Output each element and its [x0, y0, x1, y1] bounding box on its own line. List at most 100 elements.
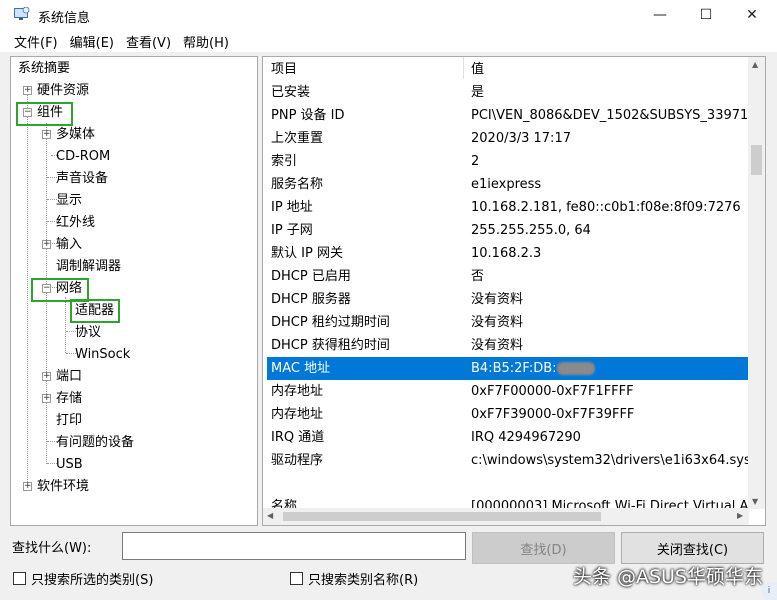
tree-item-storage[interactable]: 存储 — [56, 389, 82, 409]
close-find-button[interactable]: 关闭查找(C) — [621, 532, 764, 564]
horizontal-scrollbar[interactable]: ◀ ▶ — [263, 508, 749, 525]
tree-item-modem[interactable]: 调制解调器 — [56, 257, 121, 277]
find-label: 查找什么(W): — [12, 541, 92, 556]
expand-plus-icon[interactable]: + — [42, 372, 51, 381]
table-row[interactable]: 名称 [00000003] Microsoft Wi-Fi Direct Virt… — [267, 495, 749, 509]
tree-item-display[interactable]: 显示 — [56, 191, 82, 211]
tree-item-summary[interactable]: 系统摘要 — [18, 59, 70, 79]
scroll-down-arrow-icon[interactable]: ▼ — [752, 497, 758, 506]
expand-plus-icon[interactable]: + — [42, 240, 51, 249]
highlight-box — [70, 299, 120, 323]
minimize-button[interactable]: — — [637, 0, 683, 30]
tree-item-hardware[interactable]: 硬件资源 — [37, 81, 89, 101]
checkbox-label: 只搜索类别名称(R) — [308, 573, 419, 588]
row-value: IRQ 4294967290 — [471, 430, 581, 445]
row-key: 内存地址 — [271, 407, 324, 422]
horizontal-scroll-thumb[interactable] — [283, 512, 601, 521]
tree-item-protocol[interactable]: 协议 — [75, 323, 101, 343]
row-key: 默认 IP 网关 — [271, 246, 343, 261]
table-row-selected[interactable]: MAC 地址 B4:B5:2F:DB: — [267, 357, 749, 380]
expand-plus-icon[interactable]: + — [23, 482, 32, 491]
table-row[interactable]: DHCP 获得租约时间 没有资料 — [267, 334, 749, 357]
row-value: 255.255.255.0, 64 — [471, 223, 591, 238]
checkbox[interactable] — [290, 572, 303, 585]
table-row[interactable]: 服务名称 e1iexpress — [267, 173, 749, 196]
table-row[interactable]: IP 子网 255.255.255.0, 64 — [267, 219, 749, 242]
row-value: c:\windows\system32\drivers\e1i63x64.sys… — [471, 453, 749, 468]
scroll-left-arrow-icon[interactable]: ◀ — [267, 511, 273, 520]
table-row[interactable]: 上次重置 2020/3/3 17:17 — [267, 127, 749, 150]
search-selected-category-option[interactable]: 只搜索所选的类别(S) — [13, 569, 153, 588]
table-row[interactable]: DHCP 租约过期时间 没有资料 — [267, 311, 749, 334]
menu-edit[interactable]: 编辑(E) — [64, 32, 120, 51]
row-value: 没有资料 — [471, 338, 524, 353]
row-key: IRQ 通道 — [271, 430, 325, 445]
tree-item-problem-devices[interactable]: 有问题的设备 — [56, 433, 134, 453]
find-input[interactable] — [122, 532, 466, 560]
row-value: 是 — [471, 85, 485, 100]
expand-plus-icon[interactable]: + — [42, 394, 51, 403]
tree-item-cdrom[interactable]: CD-ROM — [56, 147, 110, 167]
tree-line — [65, 297, 66, 353]
row-value: 0xF7F39000-0xF7F39FFF — [471, 407, 635, 422]
scroll-right-arrow-icon[interactable]: ▶ — [737, 511, 743, 520]
column-separator[interactable] — [463, 57, 464, 79]
row-value: [00000003] Microsoft Wi-Fi Direct Virtua… — [471, 499, 749, 509]
row-key: 索引 — [271, 154, 298, 169]
tree-item-print[interactable]: 打印 — [56, 411, 82, 431]
checkbox[interactable] — [13, 572, 26, 585]
find-button[interactable]: 查找(D) — [472, 532, 615, 564]
row-value: 2 — [471, 154, 480, 169]
vertical-scroll-thumb[interactable] — [751, 145, 762, 175]
row-key: 名称 — [271, 499, 298, 509]
row-value: 10.168.2.3 — [471, 246, 542, 261]
tree-item-ports[interactable]: 端口 — [56, 367, 82, 387]
close-button[interactable]: ✕ — [729, 0, 775, 30]
details-list[interactable]: 项目 值 已安装 是 PNP 设备 ID PCI\VEN_8086&DEV_1502… — [262, 56, 766, 526]
tree-line — [27, 89, 28, 486]
menu-view[interactable]: 查看(V) — [120, 32, 177, 51]
tree-item-software[interactable]: 软件环境 — [37, 477, 89, 497]
table-row[interactable]: PNP 设备 ID PCI\VEN_8086&DEV_1502&SUBSYS_33… — [267, 104, 749, 127]
row-value: B4:B5:2F:DB: — [471, 357, 595, 380]
row-key: DHCP 租约过期时间 — [271, 315, 390, 330]
corner-badge-icon: i — [761, 582, 777, 600]
row-value: 0xF7F00000-0xF7F1FFFF — [471, 384, 634, 399]
menu-help[interactable]: 帮助(H) — [177, 32, 235, 51]
table-row[interactable]: 内存地址 0xF7F00000-0xF7F1FFFF — [267, 380, 749, 403]
tree-item-sound[interactable]: 声音设备 — [56, 169, 108, 189]
table-row[interactable]: 内存地址 0xF7F39000-0xF7F39FFF — [267, 403, 749, 426]
tree-item-winsock[interactable]: WinSock — [75, 345, 130, 365]
row-key: DHCP 服务器 — [271, 292, 351, 307]
expand-plus-icon[interactable]: + — [23, 86, 32, 95]
column-header-item[interactable]: 项目 — [271, 58, 297, 81]
tree-item-multimedia[interactable]: 多媒体 — [56, 125, 95, 145]
tree-item-infrared[interactable]: 红外线 — [56, 213, 95, 233]
table-row[interactable]: 默认 IP 网关 10.168.2.3 — [267, 242, 749, 265]
expand-plus-icon[interactable]: + — [42, 130, 51, 139]
scroll-up-arrow-icon[interactable]: ▲ — [752, 60, 758, 69]
search-category-names-option[interactable]: 只搜索类别名称(R) — [290, 569, 418, 588]
list-header: 项目 值 — [267, 58, 749, 81]
table-row[interactable]: DHCP 服务器 没有资料 — [267, 288, 749, 311]
table-row[interactable]: IRQ 通道 IRQ 4294967290 — [267, 426, 749, 449]
table-row[interactable]: 已安装 是 — [267, 81, 749, 104]
title-bar: 系统信息 — ☐ ✕ — [0, 0, 777, 30]
table-row[interactable]: 驱动程序 c:\windows\system32\drivers\e1i63x64… — [267, 449, 749, 472]
table-row[interactable]: 索引 2 — [267, 150, 749, 173]
table-row[interactable]: IP 地址 10.168.2.181, fe80::c0b1:f08e:8f09:… — [267, 196, 749, 219]
system-info-app-icon — [14, 7, 30, 20]
row-key: 服务名称 — [271, 177, 324, 192]
tree-item-usb[interactable]: USB — [56, 455, 83, 475]
row-key: MAC 地址 — [271, 361, 331, 376]
checkbox-label: 只搜索所选的类别(S) — [31, 573, 154, 588]
vertical-scrollbar[interactable]: ▲ ▼ — [748, 57, 765, 509]
table-row[interactable]: DHCP 已启用 否 — [267, 265, 749, 288]
column-header-value[interactable]: 值 — [471, 58, 484, 81]
maximize-button[interactable]: ☐ — [683, 0, 729, 30]
row-key: 内存地址 — [271, 384, 324, 399]
watermark: 头条 @ASUS华硕华东 — [572, 566, 763, 588]
category-tree[interactable]: 系统摘要 + 硬件资源 − 组件 + 多媒体 CD-ROM 声音设备 显示 红外… — [10, 56, 258, 526]
tree-item-input[interactable]: 输入 — [56, 235, 82, 255]
menu-file[interactable]: 文件(F) — [8, 32, 64, 51]
